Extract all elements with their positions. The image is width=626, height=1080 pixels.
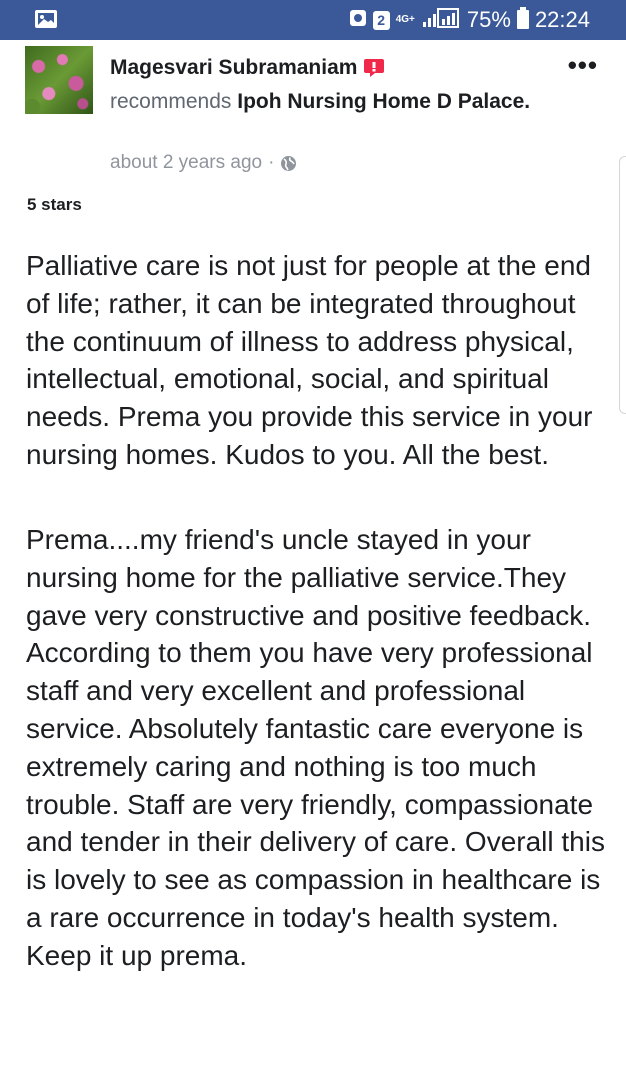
review-paragraph: Palliative care is not just for people a… [26, 250, 593, 470]
image-icon [34, 9, 58, 29]
review-badge-icon [363, 57, 385, 79]
page-name-link[interactable]: Ipoh Nursing Home D Palace. [237, 90, 530, 113]
avatar[interactable] [25, 46, 93, 114]
meta-separator: · [268, 152, 275, 173]
recommendation-line: recommends Ipoh Nursing Home D Palace. [110, 87, 540, 117]
post-meta: about 2 years ago · [110, 152, 297, 174]
battery-icon [516, 6, 529, 34]
author-name[interactable]: Magesvari Subramaniam [110, 56, 357, 80]
battery-level: 75% [466, 7, 511, 32]
status-bar: 2 4G+ 75% 22:24 [0, 0, 626, 40]
network-type: 4G+ [395, 14, 415, 25]
clock: 22:24 [534, 7, 590, 32]
review-paragraph: Prema....my friend's uncle stayed in you… [26, 524, 605, 971]
recommends-verb: recommends [110, 90, 232, 113]
more-options-icon[interactable]: ••• [568, 50, 598, 81]
rating-label: 5 stars [27, 195, 82, 214]
signal-icon [421, 7, 461, 34]
timestamp[interactable]: about 2 years ago [110, 152, 262, 174]
post-author[interactable]: Magesvari Subramaniam [110, 56, 385, 80]
side-panel-edge [619, 156, 626, 414]
globe-icon [280, 155, 297, 172]
notification-icon [349, 8, 367, 33]
sim-indicator: 2 [372, 10, 390, 30]
